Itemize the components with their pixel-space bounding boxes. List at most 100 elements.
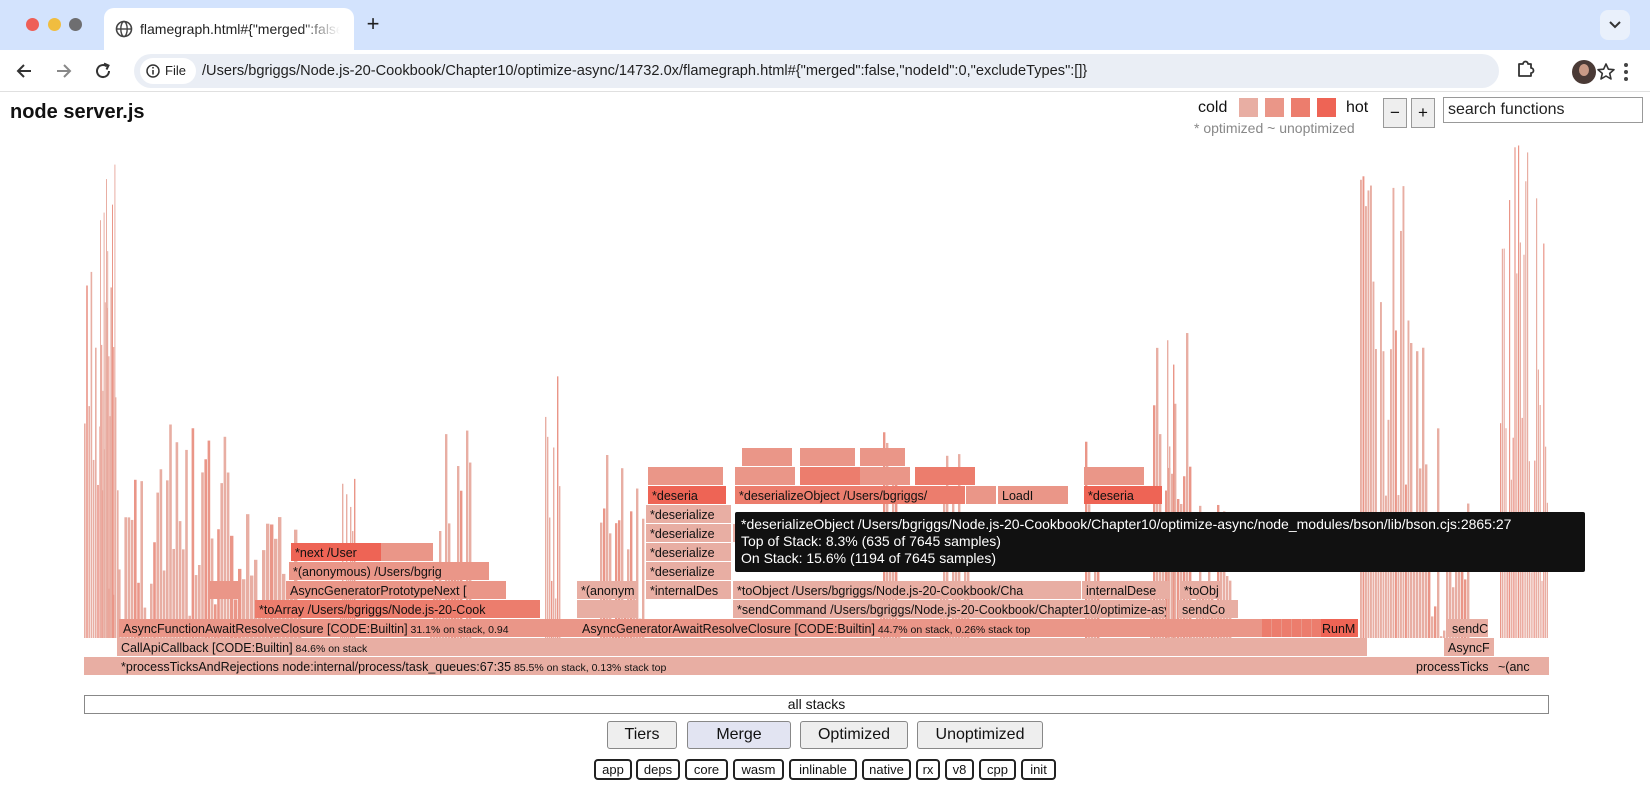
frame-spike[interactable]	[84, 423, 86, 638]
frame-spike[interactable]	[1400, 230, 1402, 638]
frame-block[interactable]	[1292, 619, 1301, 637]
frame-block[interactable]	[1084, 467, 1144, 485]
frame-spike[interactable]	[1530, 572, 1532, 638]
frame-block[interactable]	[1272, 619, 1281, 637]
frame-block[interactable]	[577, 600, 637, 618]
frame-spike[interactable]	[88, 406, 90, 638]
frame-spike[interactable]	[134, 479, 137, 638]
frame-spike[interactable]	[1410, 343, 1413, 638]
url-text[interactable]: /Users/bgriggs/Node.js-20-Cookbook/Chapt…	[202, 61, 1087, 81]
tiers-button[interactable]: Tiers	[607, 721, 677, 749]
tab-flamegraph[interactable]: flamegraph.html#{"merged":false,"nodeId"…	[104, 8, 354, 50]
frame-spike[interactable]	[140, 481, 143, 638]
site-info-chip[interactable]: File	[140, 58, 196, 84]
profile-avatar[interactable]	[1572, 60, 1596, 84]
frame-spike[interactable]	[103, 212, 105, 638]
frame-block[interactable]	[210, 581, 240, 599]
frame-spike[interactable]	[113, 347, 115, 638]
frame-block[interactable]	[1282, 619, 1291, 637]
frame-spike[interactable]	[1523, 254, 1525, 639]
type-filter-inlinable[interactable]: inlinable	[789, 759, 857, 780]
root-frame-all-stacks[interactable]: all stacks	[84, 695, 1549, 714]
frame-spike[interactable]	[110, 486, 112, 638]
frame-block[interactable]	[860, 467, 910, 485]
new-tab-button[interactable]: +	[361, 13, 385, 37]
frame-spike[interactable]	[102, 390, 104, 638]
frame-spike[interactable]	[553, 447, 555, 638]
close-window-button[interactable]	[26, 18, 39, 31]
frame-spike[interactable]	[159, 469, 163, 638]
tab-search-button[interactable]	[1600, 10, 1630, 40]
frame-spike[interactable]	[1541, 580, 1543, 638]
frame-spike[interactable]	[112, 204, 113, 638]
frame-spike[interactable]	[223, 436, 227, 638]
frame-spike[interactable]	[1422, 347, 1425, 638]
frame-spike[interactable]	[201, 472, 204, 638]
frame-spike[interactable]	[557, 376, 559, 638]
frame-spike[interactable]	[559, 486, 561, 638]
frame-spike[interactable]	[1395, 330, 1397, 638]
frame-spike[interactable]	[1509, 200, 1511, 638]
type-filter-init[interactable]: init	[1021, 759, 1056, 780]
frame-block[interactable]	[1312, 619, 1321, 637]
frame-block[interactable]	[1302, 619, 1311, 637]
frame-spike[interactable]	[1443, 630, 1446, 638]
browser-menu-button[interactable]	[1616, 61, 1636, 83]
frame-spike[interactable]	[1382, 351, 1385, 638]
frame-spike[interactable]	[1440, 636, 1443, 638]
frame-spike[interactable]	[1434, 606, 1437, 638]
frame-block[interactable]	[1262, 619, 1271, 637]
frame-spike[interactable]	[169, 424, 172, 638]
maximize-window-button[interactable]	[69, 18, 82, 31]
frame-spike[interactable]	[107, 251, 109, 638]
type-filter-deps[interactable]: deps	[636, 759, 680, 780]
extensions-button[interactable]	[1515, 58, 1537, 85]
frame-spike[interactable]	[1516, 273, 1518, 638]
frame-spike[interactable]	[630, 511, 633, 638]
type-filter-v8[interactable]: v8	[945, 759, 974, 780]
frame-block[interactable]	[966, 486, 996, 504]
frame-spike[interactable]	[1536, 198, 1538, 638]
type-filter-rx[interactable]: rx	[916, 759, 940, 780]
type-filter-cpp[interactable]: cpp	[979, 759, 1016, 780]
frame-spike[interactable]	[1372, 281, 1375, 638]
frame-block[interactable]	[735, 467, 795, 485]
frame-spike[interactable]	[545, 416, 547, 638]
reload-button[interactable]	[90, 58, 116, 84]
frame-spike[interactable]	[86, 285, 88, 638]
frame-spike[interactable]	[90, 271, 93, 638]
type-filter-app[interactable]: app	[594, 759, 632, 780]
frame-spike[interactable]	[1416, 351, 1419, 638]
frame-spike[interactable]	[1431, 616, 1434, 638]
frame-spike[interactable]	[1537, 369, 1539, 638]
type-filter-native[interactable]: native	[862, 759, 911, 780]
back-button[interactable]	[12, 58, 38, 84]
frame-spike[interactable]	[603, 508, 606, 638]
frame-block[interactable]	[800, 467, 860, 485]
bookmark-star-button[interactable]	[1596, 62, 1616, 87]
frame-block[interactable]	[800, 448, 855, 466]
frame-block[interactable]	[648, 467, 723, 485]
frame-spike[interactable]	[204, 459, 207, 638]
frame-spike[interactable]	[101, 344, 103, 638]
frame-block[interactable]	[860, 448, 905, 466]
frame-spike[interactable]	[1390, 349, 1392, 638]
forward-button[interactable]	[50, 58, 76, 84]
frame-spike[interactable]	[156, 492, 159, 638]
frame-spike[interactable]	[547, 436, 549, 638]
frame-spike[interactable]	[1380, 302, 1382, 638]
merge-button[interactable]: Merge	[687, 721, 791, 749]
frame-block[interactable]	[742, 448, 792, 466]
frame-spike[interactable]	[1501, 248, 1503, 638]
address-bar[interactable]: File /Users/bgriggs/Node.js-20-Cookbook/…	[134, 54, 1615, 88]
frame-spike[interactable]	[95, 347, 97, 638]
frame-spike[interactable]	[1407, 320, 1410, 638]
minimize-window-button[interactable]	[48, 18, 61, 31]
frame-spike[interactable]	[1519, 242, 1521, 638]
frame-spike[interactable]	[1543, 243, 1545, 638]
frame-spike[interactable]	[185, 449, 188, 638]
unoptimized-button[interactable]: Unoptimized	[917, 721, 1043, 749]
frame-spike[interactable]	[100, 220, 101, 638]
frame-spike[interactable]	[207, 440, 211, 638]
type-filter-core[interactable]: core	[685, 759, 728, 780]
